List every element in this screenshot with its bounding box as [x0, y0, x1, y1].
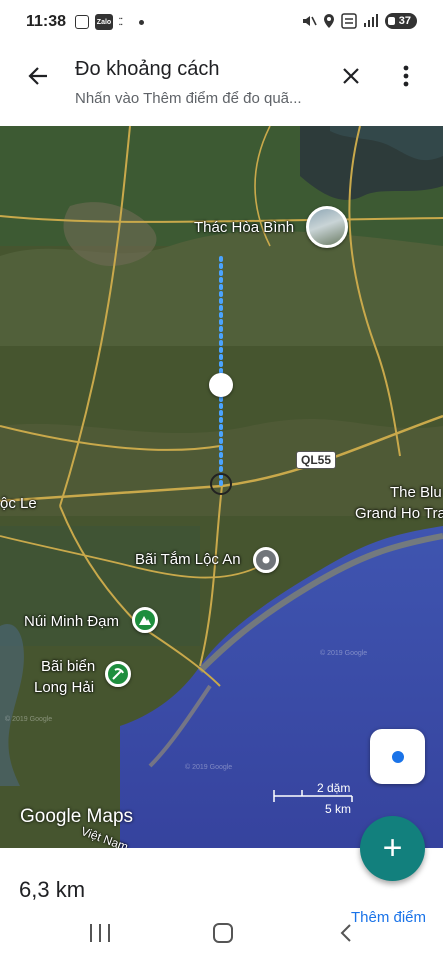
- home-button[interactable]: [213, 923, 233, 943]
- more-options-button[interactable]: [388, 58, 424, 94]
- place-label-nui-minh-dam[interactable]: Núi Minh Đạm: [24, 613, 119, 630]
- total-distance: 6,3 km: [19, 877, 86, 902]
- battery-icon: 37: [384, 13, 417, 29]
- google-maps-logo: Google Maps: [20, 806, 134, 827]
- place-label-thac-hoa-binh[interactable]: Thác Hòa Bình: [194, 219, 294, 236]
- status-bar: 11:38 Zalo ▪▪ ▪▪ 37: [0, 0, 443, 48]
- map-watermark-2: © 2019 Google: [5, 716, 53, 723]
- scale-metric: 5 km: [325, 802, 352, 816]
- measure-start-point[interactable]: [209, 373, 233, 397]
- mountain-marker[interactable]: [132, 607, 158, 633]
- recents-button[interactable]: [90, 924, 110, 942]
- my-location-icon: [389, 748, 406, 765]
- wifi-call-icon: [341, 13, 357, 29]
- notification-icons: Zalo ▪▪ ▪▪: [75, 14, 144, 30]
- more-vert-icon: [403, 65, 409, 87]
- place-label-the-blu[interactable]: The Blu: [390, 484, 442, 501]
- more-notifications-dot: [139, 19, 144, 25]
- place-label-bai-tam-loc-an[interactable]: Bãi Tắm Lộc An: [135, 551, 241, 568]
- location-icon: [323, 14, 334, 28]
- page-title: Đo khoảng cách: [75, 58, 220, 80]
- place-label-bai-bien[interactable]: Bãi biển: [41, 658, 95, 675]
- system-nav-bar: [0, 908, 443, 960]
- pin-dot-icon: [262, 556, 270, 564]
- system-icons: 37: [301, 13, 417, 29]
- beach-marker[interactable]: [105, 661, 131, 687]
- back-nav-icon[interactable]: [340, 923, 352, 943]
- map-watermark-3: © 2019 Google: [185, 764, 233, 771]
- satellite-map[interactable]: Thác Hòa Bình QL55 The Blu Grand Ho Tra …: [0, 126, 443, 848]
- map-scale: 2 dặm 5 km: [272, 778, 354, 818]
- app-notification-icon: ▪▪ ▪▪: [119, 16, 123, 28]
- arrow-back-icon: [28, 67, 47, 85]
- back-button[interactable]: [20, 58, 56, 94]
- place-photo-marker[interactable]: [306, 206, 348, 248]
- map-watermark: © 2019 Google: [320, 650, 368, 657]
- place-pin-marker[interactable]: [253, 547, 279, 573]
- beach-icon: [112, 668, 124, 680]
- place-label-long-hai[interactable]: Long Hải: [34, 679, 94, 696]
- screenshot-icon: [75, 15, 89, 29]
- mountain-icon: [139, 616, 151, 625]
- mute-icon: [302, 16, 317, 26]
- instruction-text: Nhấn vào Thêm điểm để đo quã...: [75, 90, 302, 107]
- place-label-grand-ho-tra[interactable]: Grand Ho Tra: [355, 505, 443, 522]
- status-time: 11:38: [26, 13, 67, 30]
- add-point-fab[interactable]: +: [360, 816, 425, 881]
- place-label-loc-le[interactable]: ộc Le: [0, 495, 37, 512]
- signal-icon: [363, 14, 378, 27]
- close-icon: [343, 68, 359, 84]
- clear-button[interactable]: [333, 58, 369, 94]
- measure-crosshair[interactable]: [210, 473, 232, 495]
- zalo-icon: Zalo: [95, 14, 113, 30]
- scale-bar-icon: [273, 790, 353, 802]
- my-location-button[interactable]: [370, 729, 425, 784]
- road-shield-ql55: QL55: [296, 451, 337, 469]
- measure-header: Đo khoảng cách Nhấn vào Thêm điểm để đo …: [0, 48, 443, 126]
